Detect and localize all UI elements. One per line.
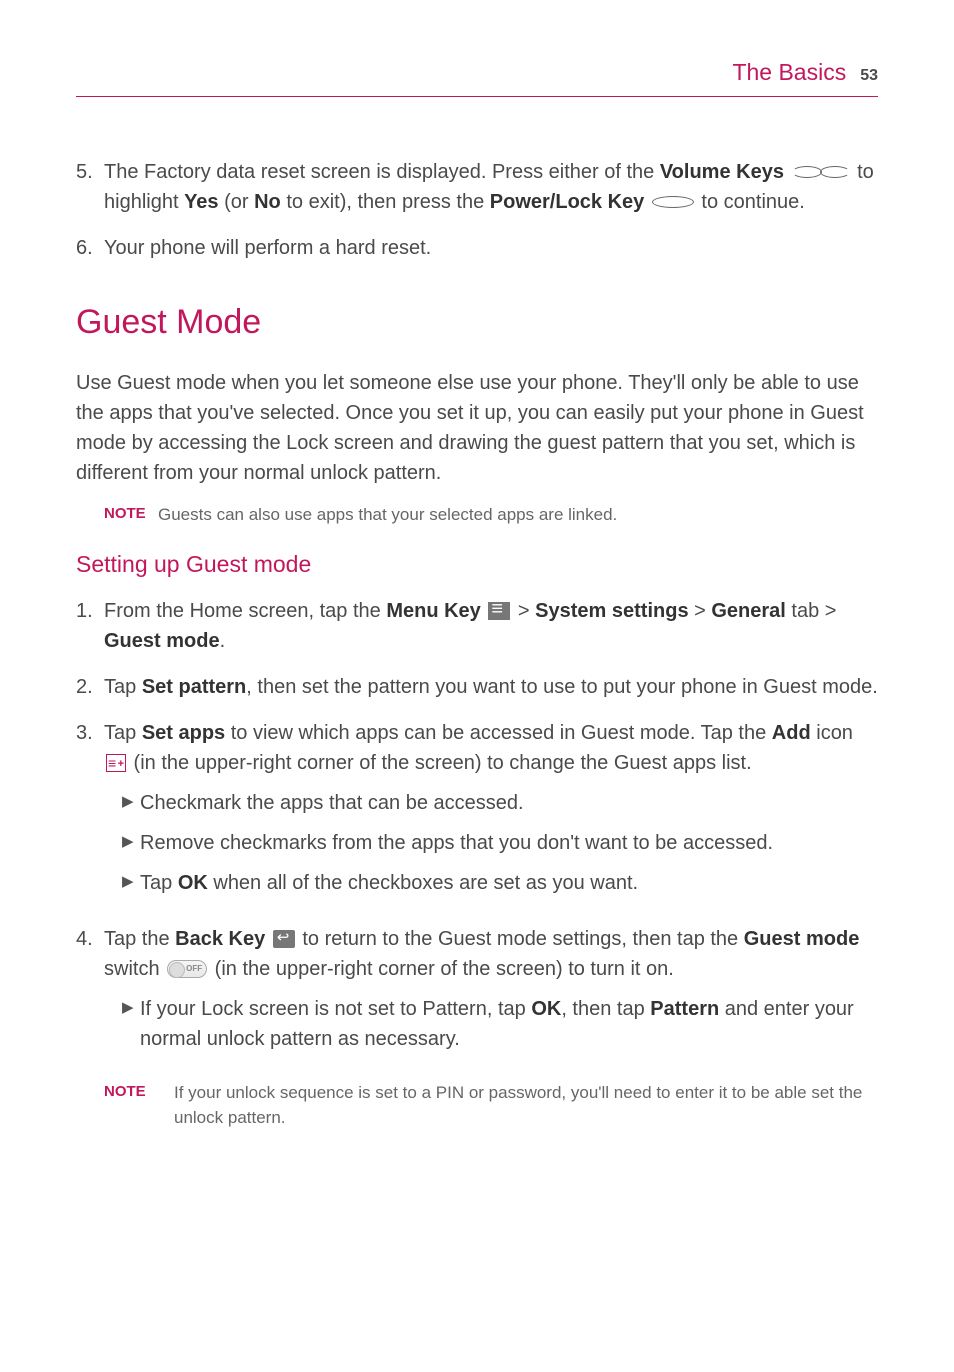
list-number: 6. xyxy=(76,233,104,263)
heading-guest-mode: Guest Mode xyxy=(76,297,878,348)
list-item-6: 6. Your phone will perform a hard reset. xyxy=(76,233,878,263)
list-body: From the Home screen, tap the Menu Key >… xyxy=(104,596,878,656)
list-number: 3. xyxy=(76,718,104,908)
bullet-icon: ▶ xyxy=(122,994,140,1054)
step-2: 2. Tap Set pattern, then set the pattern… xyxy=(76,672,878,702)
sub-item: ▶ Checkmark the apps that can be accesse… xyxy=(122,788,878,818)
volume-keys-icon xyxy=(792,166,850,178)
list-number: 1. xyxy=(76,596,104,656)
step-3: 3. Tap Set apps to view which apps can b… xyxy=(76,718,878,908)
page-number: 53 xyxy=(860,64,878,88)
list-number: 4. xyxy=(76,924,104,1064)
intro-paragraph: Use Guest mode when you let someone else… xyxy=(76,368,878,488)
bullet-icon: ▶ xyxy=(122,788,140,818)
bullet-icon: ▶ xyxy=(122,868,140,898)
list-item-5: 5. The Factory data reset screen is disp… xyxy=(76,157,878,217)
note-text: If your unlock sequence is set to a PIN … xyxy=(174,1080,878,1131)
list-number: 2. xyxy=(76,672,104,702)
bullet-icon: ▶ xyxy=(122,828,140,858)
sub-item: ▶ Tap OK when all of the checkboxes are … xyxy=(122,868,878,898)
sub-item: ▶ Remove checkmarks from the apps that y… xyxy=(122,828,878,858)
note-label: NOTE xyxy=(104,502,158,528)
add-icon xyxy=(106,754,126,772)
note-2: NOTE If your unlock sequence is set to a… xyxy=(104,1080,878,1131)
back-key-icon xyxy=(273,930,295,948)
note-1: NOTE Guests can also use apps that your … xyxy=(104,502,878,528)
list-number: 5. xyxy=(76,157,104,217)
step-1: 1. From the Home screen, tap the Menu Ke… xyxy=(76,596,878,656)
list-body: Tap Set pattern, then set the pattern yo… xyxy=(104,672,878,702)
power-key-icon xyxy=(652,196,694,208)
list-body: Your phone will perform a hard reset. xyxy=(104,233,878,263)
note-text: Guests can also use apps that your selec… xyxy=(158,502,878,528)
heading-setting-up: Setting up Guest mode xyxy=(76,547,878,582)
menu-key-icon xyxy=(488,602,510,620)
list-body: Tap the Back Key to return to the Guest … xyxy=(104,924,878,1064)
header-title: The Basics xyxy=(732,55,846,90)
sub-item: ▶ If your Lock screen is not set to Patt… xyxy=(122,994,878,1054)
list-body: The Factory data reset screen is display… xyxy=(104,157,878,217)
list-body: Tap Set apps to view which apps can be a… xyxy=(104,718,878,908)
step-4: 4. Tap the Back Key to return to the Gue… xyxy=(76,924,878,1064)
page-header: The Basics 53 xyxy=(76,55,878,97)
note-label: NOTE xyxy=(104,1080,174,1131)
switch-off-icon xyxy=(167,960,207,978)
